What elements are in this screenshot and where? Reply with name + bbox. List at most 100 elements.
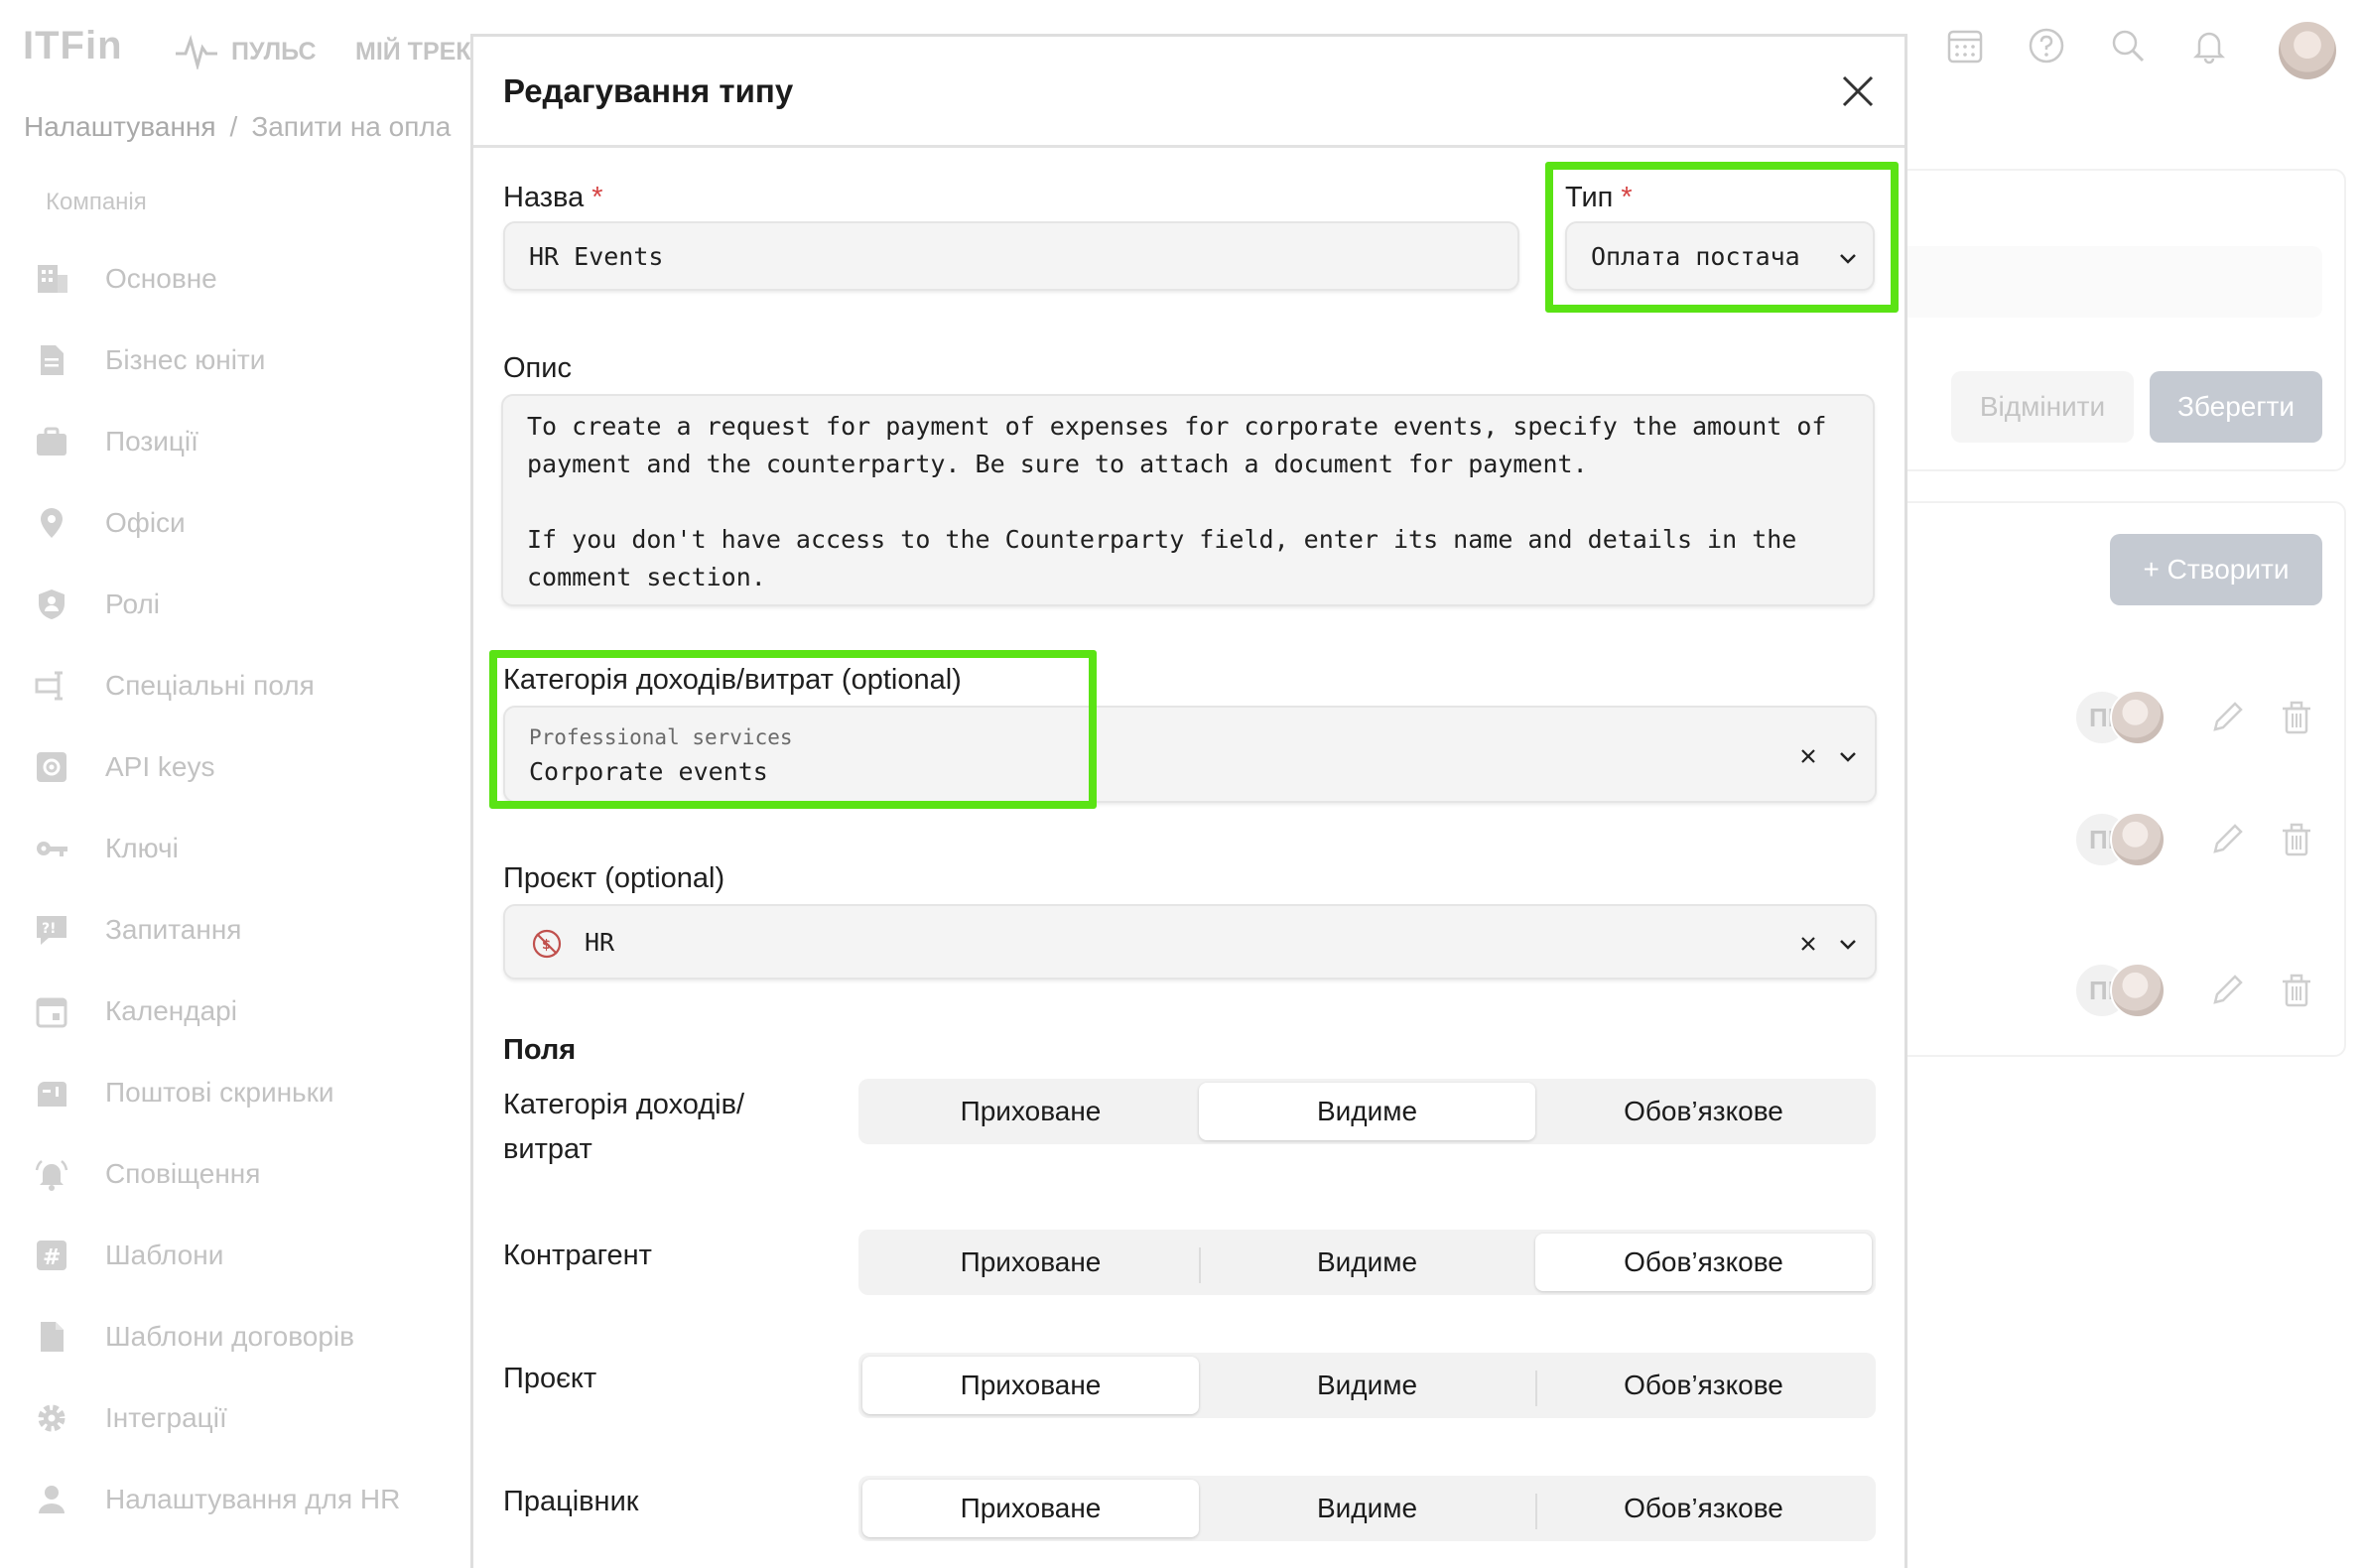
option-visible[interactable]: Видиме: [1199, 1234, 1535, 1291]
avatar: [2110, 812, 2166, 867]
sidebar-item-business-units[interactable]: Бізнес юніти: [34, 335, 265, 385]
option-required[interactable]: Обов’язкове: [1535, 1357, 1872, 1414]
sidebar-item-calendars[interactable]: Календарі: [34, 986, 237, 1036]
divider: [1199, 1247, 1201, 1283]
description-textarea[interactable]: To create a request for payment of expen…: [501, 394, 1875, 606]
field-row-label-project: Проєкт: [503, 1363, 597, 1394]
type-label-text: Тип: [1565, 182, 1614, 213]
clear-icon[interactable]: [1797, 933, 1819, 955]
avatar: [2110, 963, 2166, 1018]
cancel-button[interactable]: Відмінити: [1951, 371, 2134, 443]
chevron-down-icon: [1840, 254, 1856, 264]
option-visible[interactable]: Видиме: [1199, 1357, 1535, 1414]
category-value: Corporate events: [529, 757, 768, 786]
sidebar-item-api-keys[interactable]: API keys: [34, 742, 214, 792]
search-icon[interactable]: [2108, 26, 2148, 65]
option-visible-label: Видиме: [1316, 1370, 1418, 1400]
sidebar-item-custom-fields[interactable]: Спеціальні поля: [34, 661, 315, 711]
modal-header: Редагування типу: [473, 37, 1904, 148]
clear-icon[interactable]: [1797, 745, 1819, 767]
sidebar-item-hr-settings[interactable]: Налаштування для HR: [34, 1475, 400, 1524]
trash-icon[interactable]: [2277, 971, 2316, 1010]
option-hidden[interactable]: Приховане: [862, 1357, 1199, 1414]
pulse-icon: [176, 34, 217, 69]
edit-icon[interactable]: [2207, 820, 2247, 859]
api-gear-icon: [34, 749, 69, 785]
type-select[interactable]: Оплата постача: [1565, 221, 1875, 291]
option-required-label: Обов’язкове: [1624, 1096, 1783, 1126]
breadcrumb-separator: /: [229, 111, 238, 142]
sidebar-item-questions[interactable]: ?! Запитання: [34, 905, 241, 955]
project-value: HR: [585, 928, 615, 957]
sidebar-item-contract-templates[interactable]: Шаблони договорів: [34, 1312, 354, 1362]
sidebar-item-roles[interactable]: Ролі: [34, 580, 160, 629]
save-button[interactable]: Зберегти: [2150, 371, 2322, 443]
name-label: Назва *: [503, 182, 603, 214]
edit-icon[interactable]: [2207, 698, 2247, 737]
option-hidden[interactable]: Приховане: [862, 1234, 1199, 1291]
category-label: Категорія доходів/витрат (optional): [503, 664, 962, 696]
trash-icon[interactable]: [2277, 698, 2316, 737]
user-avatar[interactable]: [2279, 22, 2336, 79]
name-input[interactable]: HR Events: [503, 221, 1519, 291]
type-label: Тип *: [1565, 182, 1633, 214]
file-icon: [34, 1319, 69, 1355]
category-select[interactable]: Professional services Corporate events: [503, 706, 1877, 803]
key-icon: [34, 831, 69, 866]
close-button[interactable]: [1835, 68, 1881, 114]
field-row-label-employee: Працівник: [503, 1486, 639, 1517]
option-required-label: Обов’язкове: [1624, 1370, 1783, 1400]
breadcrumb-payment-requests[interactable]: Запити на опла: [251, 111, 451, 142]
create-button[interactable]: + Створити: [2110, 534, 2322, 605]
sidebar-item-notifications[interactable]: Сповіщення: [34, 1149, 260, 1199]
document-icon: [34, 342, 69, 378]
logo[interactable]: ITFin: [23, 24, 123, 68]
required-mark: *: [1621, 182, 1633, 213]
svg-text:$: $: [542, 938, 551, 953]
option-required[interactable]: Обов’язкове: [1535, 1480, 1872, 1537]
sidebar-item-positions[interactable]: Позиції: [34, 417, 198, 466]
building-icon: [34, 261, 69, 297]
option-required[interactable]: Обов’язкове: [1535, 1234, 1872, 1291]
edit-icon[interactable]: [2207, 971, 2247, 1010]
sidebar-item-templates[interactable]: # Шаблони: [34, 1231, 223, 1280]
option-required[interactable]: Обов’язкове: [1535, 1083, 1872, 1140]
bell-icon[interactable]: [2189, 26, 2229, 65]
sidebar-item-mailboxes[interactable]: Поштові скриньки: [34, 1068, 334, 1117]
category-parent: Professional services: [529, 725, 793, 749]
option-required-label: Обов’язкове: [1624, 1246, 1783, 1277]
list-item: ПІ: [2074, 812, 2316, 867]
calendar-grid-icon[interactable]: [1945, 26, 1985, 65]
visibility-toggle-counterparty: Приховане Видиме Обов’язкове: [858, 1230, 1876, 1295]
divider: [1535, 1494, 1537, 1529]
option-hidden[interactable]: Приховане: [862, 1480, 1199, 1537]
help-icon[interactable]: [2027, 26, 2066, 65]
nav-tracker[interactable]: МІЙ ТРЕКЕ: [355, 38, 487, 66]
list-item: ПІ: [2074, 963, 2316, 1018]
visibility-toggle-category: Приховане Видиме Обов’язкове: [858, 1079, 1876, 1144]
edit-type-modal: Редагування типу Назва * HR Events Тип * О…: [470, 34, 1907, 1568]
option-visible[interactable]: Видиме: [1199, 1083, 1535, 1140]
nav-pulse[interactable]: ПУЛЬС: [174, 34, 317, 69]
fields-section-title: Поля: [503, 1034, 577, 1066]
sidebar-section-company: Компанія: [46, 189, 147, 215]
option-visible[interactable]: Видиме: [1199, 1480, 1535, 1537]
settings-card-input[interactable]: [1886, 246, 2322, 318]
field-row-label-counterparty: Контрагент: [503, 1240, 652, 1271]
sidebar-item-label: Інтеграції: [105, 1402, 227, 1433]
sidebar-item-integrations[interactable]: Інтеграції: [34, 1393, 227, 1443]
map-pin-icon: [34, 505, 69, 541]
trash-icon[interactable]: [2277, 820, 2316, 859]
sidebar-item-offices[interactable]: Офіси: [34, 498, 186, 548]
sidebar-item-label: Бізнес юніти: [105, 344, 266, 375]
nav-pulse-label: ПУЛЬС: [231, 37, 317, 65]
sidebar-item-keys[interactable]: Ключі: [34, 824, 179, 873]
option-hidden[interactable]: Приховане: [862, 1083, 1199, 1140]
option-visible-label: Видиме: [1316, 1096, 1418, 1126]
sidebar-item-basic[interactable]: Основне: [34, 254, 217, 304]
svg-text:?!: ?!: [42, 921, 57, 937]
breadcrumb-settings[interactable]: Налаштування: [24, 111, 216, 142]
name-label-text: Назва: [503, 182, 585, 213]
project-select[interactable]: $ HR: [503, 904, 1877, 980]
question-chat-icon: ?!: [34, 912, 69, 948]
